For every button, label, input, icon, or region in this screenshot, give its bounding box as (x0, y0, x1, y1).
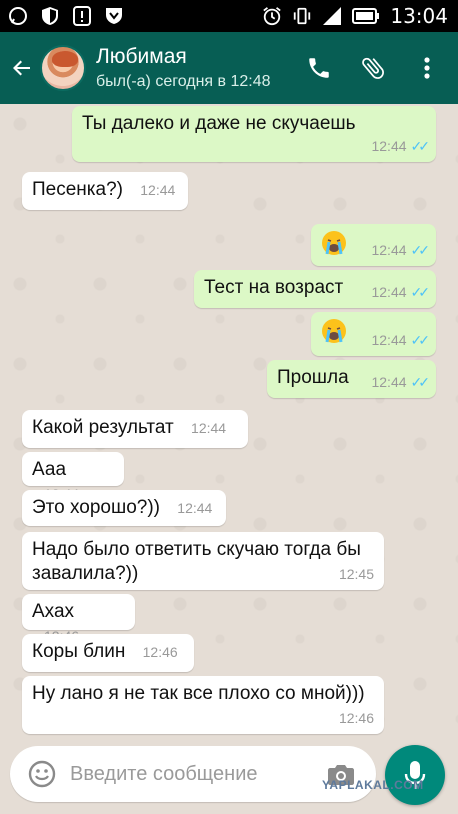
message-time: 12:44 (371, 332, 407, 348)
crying-face-icon (321, 318, 347, 344)
watermark: YAPLAKAL.COM (322, 778, 424, 792)
contact-name: Любимая (96, 45, 187, 68)
double-check-icon: ✓✓ (410, 374, 431, 390)
message-bubble[interactable]: 12:44 ✓✓ (311, 224, 436, 266)
message-time: 12:45 (338, 566, 374, 582)
message-bubble[interactable]: Ну лано я не так все плохо со мной))) 12… (22, 676, 384, 734)
message-time: 12:44 (371, 284, 407, 300)
phone-icon[interactable] (304, 53, 334, 83)
avatar[interactable] (40, 45, 86, 91)
shield-icon (40, 6, 60, 26)
message-time: 12:44 (371, 138, 407, 154)
message-meta: 12:46 (339, 706, 374, 730)
message-text: Ты далеко и даже не скучаешь (82, 113, 356, 134)
message-bubble[interactable]: 12:44 ✓✓ (311, 312, 436, 356)
battery-icon (352, 6, 380, 26)
back-button[interactable] (4, 32, 40, 104)
message-bubble[interactable]: Прошла 12:44 ✓✓ (267, 360, 436, 398)
message-meta: 12:44 ✓✓ (371, 238, 431, 262)
message-meta: 12:44 ✓✓ (371, 134, 431, 158)
double-check-icon: ✓✓ (410, 284, 431, 300)
message-text: Ахах (32, 601, 75, 622)
status-bar: 13:04 (0, 0, 458, 32)
chat-header: Любимая был(-а) сегодня в 12:48 (0, 32, 458, 104)
message-meta: 12:45 (339, 562, 374, 586)
message-bubble[interactable]: Надо было ответить скучаю тогда бы завал… (22, 532, 384, 590)
chat-area[interactable]: Ты далеко и даже не скучаешь 12:44 ✓✓ Пе… (0, 104, 458, 744)
more-vert-icon[interactable] (412, 53, 442, 83)
message-text: Коры блин (32, 641, 126, 662)
message-bubble[interactable]: Песенка?) 12:44 (22, 172, 188, 210)
double-check-icon: ✓✓ (410, 138, 431, 154)
header-actions (304, 53, 458, 83)
message-time: 12:44 (177, 500, 213, 516)
message-input[interactable]: Введите сообщение (70, 763, 324, 786)
message-time: 12:44 (140, 182, 176, 198)
message-time: 12:46 (338, 710, 374, 726)
message-text: Песенка?) (32, 179, 123, 200)
message-time: 12:44 (371, 374, 407, 390)
status-left-icons (0, 6, 124, 26)
message-text: Какой результат (32, 417, 174, 438)
vk-icon (104, 6, 124, 26)
status-time: 13:04 (390, 4, 448, 28)
message-meta: 12:44 ✓✓ (371, 280, 431, 304)
alert-icon (72, 6, 92, 26)
message-bubble[interactable]: Ахах 12:46 (22, 594, 135, 644)
message-time: 12:46 (142, 644, 178, 660)
attach-icon[interactable] (358, 53, 388, 83)
message-time: 12:44 (371, 242, 407, 258)
double-check-icon: ✓✓ (410, 332, 431, 348)
message-bubble[interactable]: Это хорошо?)) 12:44 (22, 490, 226, 526)
message-text: Ааа (32, 459, 67, 480)
message-text: Ну лано я не так все плохо со мной))) (32, 683, 365, 704)
message-meta: 12:44 ✓✓ (371, 370, 431, 394)
whatsapp-icon (8, 6, 28, 26)
vibrate-icon (292, 6, 312, 26)
message-bubble[interactable]: Тест на возраст 12:44 ✓✓ (194, 270, 436, 308)
alarm-icon (262, 6, 282, 26)
message-bubble[interactable]: Коры блин 12:46 (22, 634, 194, 672)
last-seen: был(-а) сегодня в 12:48 (96, 73, 271, 90)
message-bubble[interactable]: Какой результат 12:44 (22, 410, 248, 448)
arrow-left-icon (13, 60, 30, 76)
status-right-icons: 13:04 (262, 4, 458, 28)
message-bubble[interactable]: Ааа 12:44 (22, 452, 124, 502)
signal-icon (322, 6, 342, 26)
message-bubble[interactable]: Ты далеко и даже не скучаешь 12:44 ✓✓ (72, 106, 436, 162)
message-composer: Введите сообщение (10, 746, 376, 802)
message-meta: 12:44 ✓✓ (371, 328, 431, 352)
emoji-picker-icon[interactable] (24, 756, 60, 792)
message-time: 12:44 (191, 420, 227, 436)
crying-face-icon (321, 230, 347, 256)
message-text: Прошла (277, 367, 349, 388)
message-text: Это хорошо?)) (32, 497, 161, 518)
message-text: Надо было ответить скучаю тогда бы завал… (32, 539, 361, 584)
mic-button[interactable] (385, 745, 445, 805)
double-check-icon: ✓✓ (410, 242, 431, 258)
contact-info[interactable]: Любимая был(-а) сегодня в 12:48 (96, 45, 271, 91)
message-text: Тест на возраст (204, 277, 344, 298)
